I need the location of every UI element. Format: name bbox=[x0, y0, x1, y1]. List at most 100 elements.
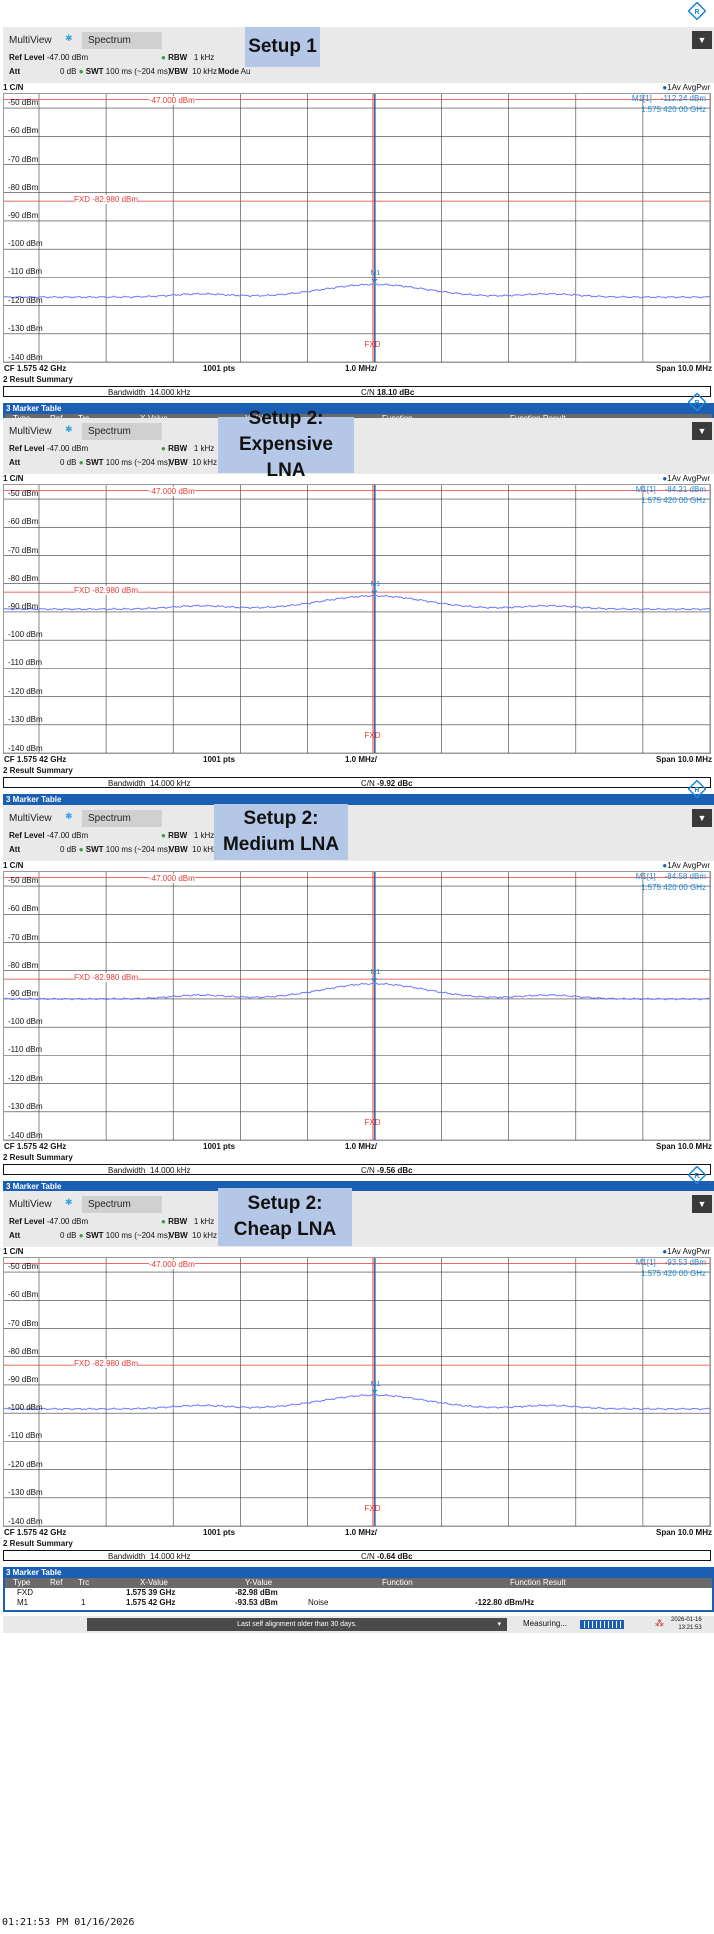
spectrum-graph bbox=[4, 1258, 710, 1526]
sweep-points: 1001 pts bbox=[203, 755, 236, 764]
y-tick-label: -50 dBm bbox=[8, 1262, 39, 1272]
y-tick-label: -140 dBm bbox=[8, 744, 43, 753]
settings-header: MultiView ✱ Spectrum ▼ Ref Level -47.00 dBm A… bbox=[3, 27, 714, 83]
menu-dropdown-button[interactable]: ▼ bbox=[692, 809, 712, 827]
plot-footer: CF 1.575 42 GHz 1001 pts 1.0 MHz/Span 10.0… bbox=[3, 754, 714, 765]
rbw: ● RBW 1 kHz bbox=[161, 53, 215, 62]
y-tick-label: -140 dBm bbox=[8, 1131, 43, 1140]
fxd-marker-label: FXD bbox=[364, 1118, 381, 1127]
frequency-per-division: 1.0 MHz/ bbox=[345, 1142, 378, 1151]
tab-spectrum[interactable]: Spectrum bbox=[82, 810, 162, 827]
vbw: VBW 10 kHz bbox=[169, 458, 217, 467]
trace-line bbox=[4, 982, 710, 1001]
rbw-value: 1 kHz bbox=[193, 831, 215, 840]
status-message: Last self alignment older than 30 days. bbox=[237, 1621, 357, 1628]
tab-star-icon: ✱ bbox=[65, 811, 73, 821]
ref-level: Ref Level -47.00 dBm bbox=[9, 53, 88, 62]
y-tick-label: -50 dBm bbox=[8, 876, 39, 886]
trace-line bbox=[4, 1393, 710, 1411]
tab-multiview[interactable]: MultiView bbox=[9, 35, 52, 46]
trace-header: 1 C/N ●1Av AvgPwr bbox=[3, 83, 714, 93]
tab-multiview[interactable]: MultiView bbox=[9, 426, 52, 437]
rbw-value: 1 kHz bbox=[193, 444, 215, 453]
ref-level: Ref Level -47.00 dBm bbox=[9, 444, 88, 453]
column-header: Trc bbox=[78, 1578, 90, 1587]
trace-header: 1 C/N ●1Av AvgPwr bbox=[3, 1247, 714, 1257]
tab-spectrum[interactable]: Spectrum bbox=[82, 32, 162, 49]
avg-indicator: ●1Av AvgPwr bbox=[662, 861, 710, 870]
menu-dropdown-button[interactable]: ▼ bbox=[692, 422, 712, 440]
spectrum-plot[interactable]: -50 dBm -60 dBm -70 dBm -80 dBm -90 dBm -100 … bbox=[3, 484, 711, 754]
result-summary-title: 2 Result Summary bbox=[3, 375, 73, 384]
att: Att bbox=[9, 1231, 20, 1240]
plot-footer: CF 1.575 42 GHz 1001 pts 1.0 MHz/Span 10.0… bbox=[3, 1527, 714, 1538]
mode-value: Au bbox=[240, 67, 251, 76]
span-value: Span 10.0 MHz bbox=[655, 364, 712, 373]
span-value: Span 10.0 MHz bbox=[655, 1142, 712, 1151]
y-tick-label: -90 dBm bbox=[8, 210, 39, 220]
spectrum-graph bbox=[4, 872, 710, 1140]
y-tick-label: -70 dBm bbox=[8, 1318, 39, 1328]
spectrum-plot[interactable]: -50 dBm -60 dBm -70 dBm -80 dBm -90 dBm -100 … bbox=[3, 1257, 711, 1527]
table-row: M1 1 1.575 42 GHz -93.53 dBm Noise -122.80 dB… bbox=[5, 1598, 712, 1608]
m1-level: -112.24 dBm bbox=[660, 94, 706, 103]
m1-plot-label: M1 bbox=[370, 270, 381, 277]
status-time: 13:21:53 bbox=[678, 1625, 702, 1631]
vbw-value: 10 kHz bbox=[192, 67, 218, 76]
sweep-points: 1001 pts bbox=[203, 1142, 236, 1151]
vbw: VBW 10 kHz bbox=[169, 1231, 217, 1240]
setup-label-box: Setup 2: Medium LNA bbox=[214, 804, 348, 860]
swt-value: 100 ms (~204 ms) bbox=[105, 458, 171, 467]
trace-header: 1 C/N ●1Av AvgPwr bbox=[3, 861, 714, 871]
rbw-label: RBW bbox=[168, 53, 188, 62]
tab-multiview[interactable]: MultiView bbox=[9, 1199, 52, 1210]
y-tick-label: -100 dBm bbox=[8, 630, 43, 640]
status-message-bar[interactable]: Last self alignment older than 30 days. ▾ bbox=[87, 1618, 507, 1631]
rohde-schwarz-logo-icon: R bbox=[687, 392, 707, 412]
analyzer-panel-4: R MultiView ✱ Spectrum ▼ Ref Level -47.00 dBm… bbox=[0, 1164, 714, 1634]
y-tick-label: -120 dBm bbox=[8, 686, 43, 696]
setup-title-line1: Setup 2: bbox=[248, 408, 324, 429]
settings-header: MultiView ✱ Spectrum ▼ Ref Level -47.00 dBm A… bbox=[3, 805, 714, 861]
setup-label-box: Setup 2: Cheap LNA bbox=[218, 1188, 352, 1246]
plot-footer: CF 1.575 42 GHz 1001 pts 1.0 MHz/Span 10.0… bbox=[3, 363, 714, 374]
menu-dropdown-button[interactable]: ▼ bbox=[692, 1195, 712, 1213]
y-tick-label: -130 dBm bbox=[8, 1101, 43, 1111]
svg-text:R: R bbox=[694, 9, 699, 16]
marker-table-title: 3 Marker Table bbox=[3, 1567, 714, 1578]
fxd-marker-label: FXD bbox=[364, 731, 381, 740]
capture-timestamp: 01:21:53 PM 01/16/2026 bbox=[2, 1917, 135, 1928]
network-icon: ⁂ bbox=[655, 1618, 664, 1628]
y-tick-label: -110 dBm bbox=[8, 1045, 43, 1055]
ref-level-value: -47.00 dBm bbox=[46, 444, 89, 453]
att-value: 0 dB bbox=[60, 458, 77, 467]
rbw-label: RBW bbox=[168, 444, 188, 453]
rohde-schwarz-logo-icon: R bbox=[687, 779, 707, 799]
m1-plot-label: M1 bbox=[370, 969, 381, 977]
menu-dropdown-button[interactable]: ▼ bbox=[692, 31, 712, 49]
fxd-marker-label: FXD bbox=[364, 1504, 381, 1513]
y-tick-label: -80 dBm bbox=[8, 182, 39, 192]
tab-spectrum[interactable]: Spectrum bbox=[82, 1196, 162, 1213]
m1-level: -84.58 dBm bbox=[664, 872, 706, 881]
ref-level-value: -47.00 dBm bbox=[46, 1217, 89, 1226]
y-tick-label: -70 dBm bbox=[8, 154, 39, 164]
y-tick-label: -90 dBm bbox=[8, 1374, 39, 1384]
tab-multiview[interactable]: MultiView bbox=[9, 813, 52, 824]
m1-tag: M1[1] bbox=[635, 485, 656, 494]
cn-value: -0.64 dBc bbox=[377, 1552, 413, 1561]
tab-spectrum[interactable]: Spectrum bbox=[82, 423, 162, 440]
ref-level-value: -47.00 dBm bbox=[46, 831, 89, 840]
spectrum-plot[interactable]: -50 dBm -60 dBm -70 dBm -80 dBm -90 dBm -100 … bbox=[3, 871, 711, 1141]
rbw-label: RBW bbox=[168, 831, 188, 840]
status-dropdown-icon[interactable]: ▾ bbox=[497, 1618, 501, 1631]
att-value: 0 dB bbox=[60, 1231, 77, 1240]
setup-title-line1: Setup 2: bbox=[247, 1193, 323, 1214]
y-tick-label: -140 dBm bbox=[8, 353, 43, 362]
marker-readout-freq: 1.575 420 00 GHz bbox=[641, 105, 706, 114]
marker-readout-level: M1[1] -93.53 dBm bbox=[636, 1258, 706, 1267]
y-tick-label: -70 dBm bbox=[8, 932, 39, 942]
spectrum-plot[interactable]: -50 dBm -60 dBm -70 dBm -80 dBm -90 dBm -100 … bbox=[3, 93, 711, 363]
mode: Mode Au bbox=[218, 67, 250, 76]
avg-label: 1Av AvgPwr bbox=[667, 83, 710, 92]
